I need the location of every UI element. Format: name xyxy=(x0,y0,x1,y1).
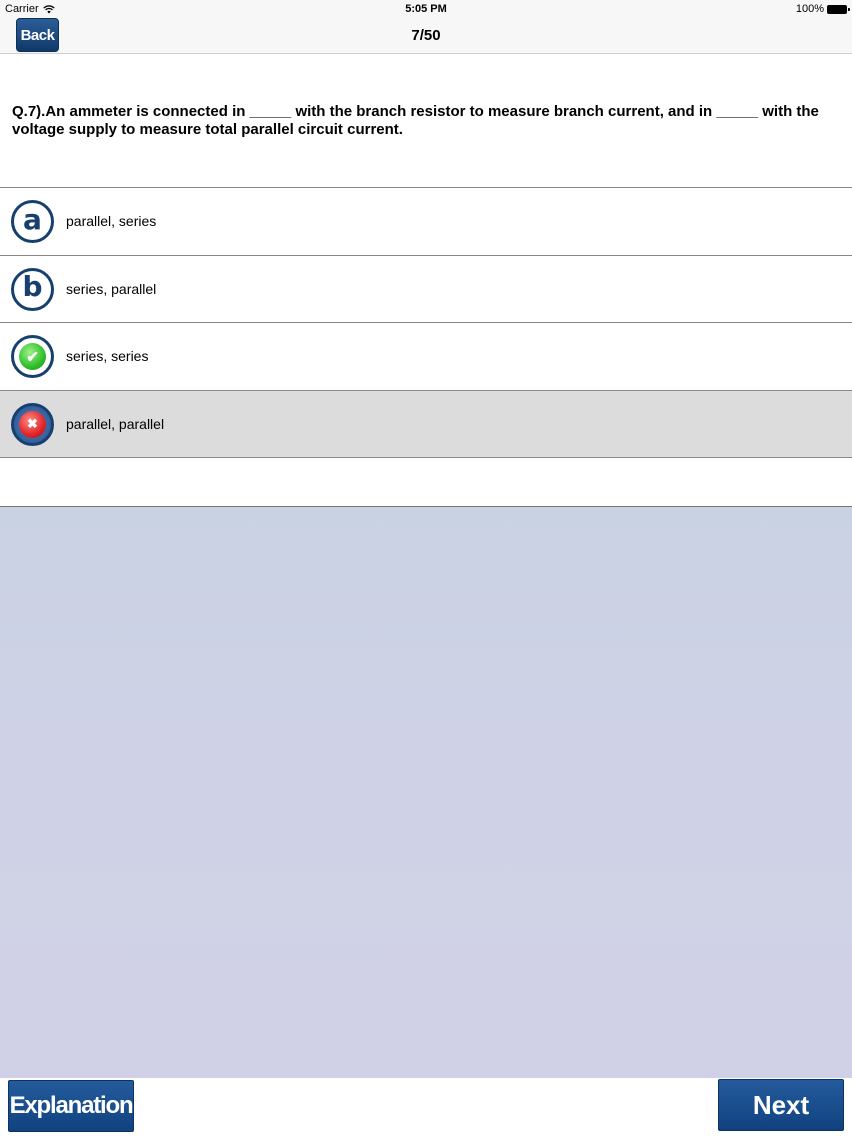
battery-percent: 100% xyxy=(795,3,824,15)
check-icon: ✔ xyxy=(19,343,46,370)
option-b[interactable]: b series, parallel xyxy=(0,255,852,323)
navigation-bar: Back 7/50 xyxy=(0,18,852,54)
battery-group: 100% xyxy=(795,3,850,15)
option-a-badge: a xyxy=(11,200,54,243)
bottom-bar: Explanation Next xyxy=(0,1078,852,1136)
option-c-correct[interactable]: ✔ series, series xyxy=(0,323,852,391)
option-a-letter: a xyxy=(23,202,42,236)
next-button[interactable]: Next xyxy=(718,1079,844,1131)
option-d-label: parallel, parallel xyxy=(66,415,165,432)
question-text: Q.7).An ammeter is connected in _____ wi… xyxy=(12,103,819,138)
question-counter: 7/50 xyxy=(411,27,441,44)
option-c-badge: ✔ xyxy=(11,335,54,378)
option-a[interactable]: a parallel, series xyxy=(0,188,852,256)
battery-icon xyxy=(827,4,850,14)
answer-options: a parallel, series b series, parallel ✔ … xyxy=(0,187,852,458)
option-b-letter: b xyxy=(22,270,43,303)
option-c-label: series, series xyxy=(66,348,149,365)
status-bar: Carrier 5:05 PM 100% xyxy=(0,0,852,18)
x-icon: ✖ xyxy=(19,410,46,438)
option-d-wrong[interactable]: ✖ parallel, parallel xyxy=(0,390,852,458)
option-d-badge: ✖ xyxy=(11,402,54,446)
option-a-label: parallel, series xyxy=(66,213,157,230)
explanation-button[interactable]: Explanation xyxy=(8,1080,134,1132)
content-background xyxy=(0,506,852,1078)
status-time: 5:05 PM xyxy=(405,3,447,15)
option-b-label: series, parallel xyxy=(66,280,157,297)
option-b-badge: b xyxy=(11,267,54,311)
